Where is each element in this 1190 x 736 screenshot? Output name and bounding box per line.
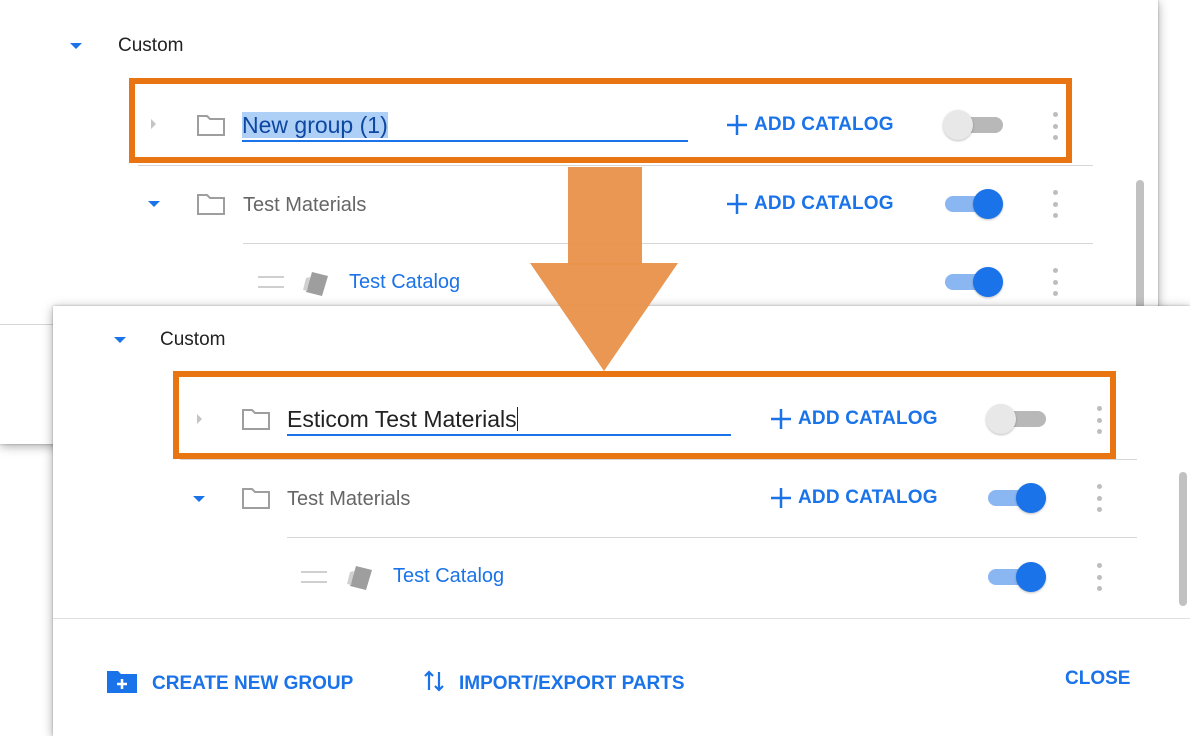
catalog-enable-toggle[interactable]	[943, 266, 1003, 297]
tag-icon	[300, 268, 334, 298]
section-label: Custom	[160, 329, 226, 350]
close-button[interactable]: CLOSE	[1065, 668, 1130, 690]
tag-icon	[344, 562, 378, 592]
catalog-name-link[interactable]: Test Catalog	[349, 271, 460, 294]
more-vert-icon[interactable]	[1095, 563, 1103, 591]
create-new-group-button[interactable]: CREATE NEW GROUP	[106, 668, 353, 700]
more-vert-icon[interactable]	[1051, 190, 1059, 218]
caret-down-icon[interactable]	[193, 496, 205, 502]
group-enable-toggle[interactable]	[986, 482, 1046, 513]
group-enable-toggle[interactable]	[943, 188, 1003, 219]
divider	[0, 324, 60, 325]
catalog-name-link[interactable]: Test Catalog	[393, 565, 504, 588]
caret-down-icon[interactable]	[148, 201, 160, 207]
caret-down-icon[interactable]	[70, 43, 82, 49]
folder-icon	[196, 192, 226, 216]
group-name: Test Materials	[243, 194, 367, 216]
highlight-box	[129, 78, 1072, 163]
footer-divider	[53, 618, 1190, 619]
divider	[180, 459, 1137, 460]
scrollbar[interactable]	[1179, 472, 1187, 606]
create-folder-icon	[106, 668, 138, 700]
section-label: Custom	[118, 35, 184, 56]
group-name: Test Materials	[287, 488, 411, 510]
add-catalog-button[interactable]: ADD CATALOG	[726, 193, 894, 215]
divider	[287, 537, 1137, 538]
plus-icon	[726, 193, 748, 215]
import-export-parts-button[interactable]: IMPORT/EXPORT PARTS	[423, 668, 685, 700]
divider	[138, 165, 1093, 166]
drag-handle-icon[interactable]	[301, 571, 327, 583]
highlight-box	[173, 371, 1116, 459]
caret-down-icon[interactable]	[114, 337, 126, 343]
more-vert-icon[interactable]	[1095, 484, 1103, 512]
folder-icon	[241, 486, 271, 510]
plus-icon	[770, 487, 792, 509]
drag-handle-icon[interactable]	[258, 276, 284, 288]
transition-arrow-icon	[530, 167, 678, 372]
catalog-enable-toggle[interactable]	[986, 561, 1046, 592]
sort-arrows-icon	[423, 668, 445, 700]
add-catalog-button[interactable]: ADD CATALOG	[770, 487, 938, 509]
more-vert-icon[interactable]	[1051, 268, 1059, 296]
